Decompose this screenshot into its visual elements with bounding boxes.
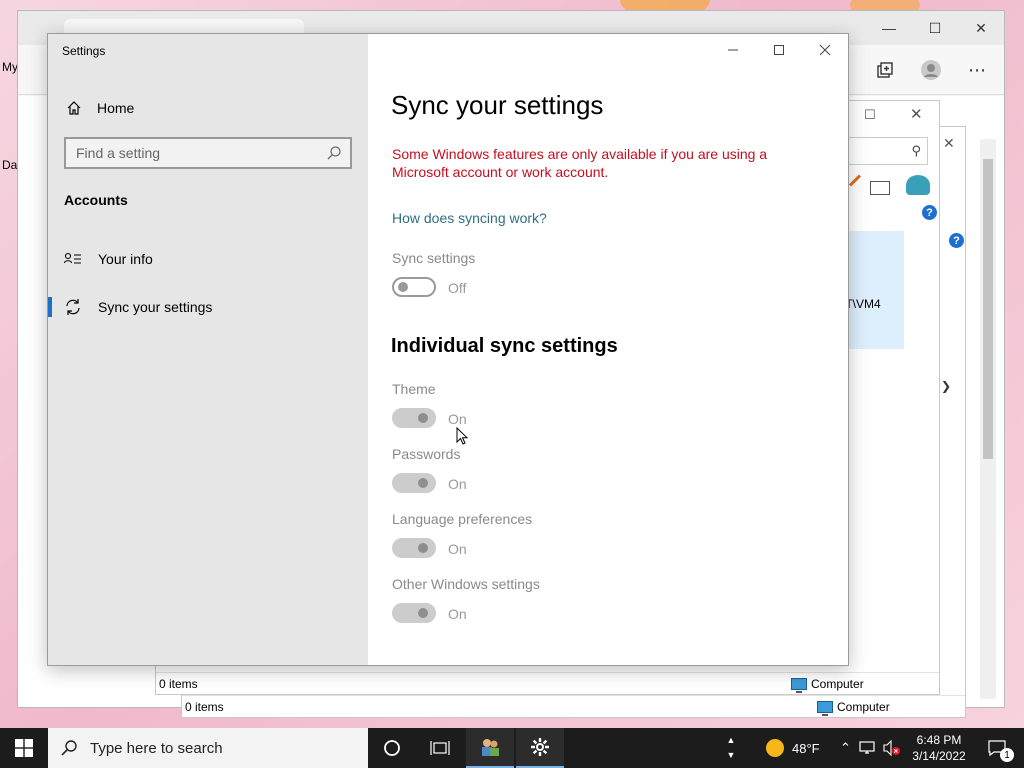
desktop-icon-label[interactable]: My xyxy=(2,60,18,74)
home-label: Home xyxy=(97,100,135,116)
taskbar-scroll[interactable]: ▲ ▼ xyxy=(724,728,738,768)
other-windows-settings-state: On xyxy=(448,606,467,622)
weather-widget[interactable]: 48°F xyxy=(766,728,820,768)
sun-icon xyxy=(766,739,784,757)
passwords-toggle[interactable] xyxy=(392,473,436,493)
task-view-icon xyxy=(430,741,450,755)
window-title: Settings xyxy=(62,44,106,58)
cortana-icon xyxy=(384,740,400,756)
start-button[interactable] xyxy=(0,728,48,768)
location-indicator: Computer xyxy=(791,677,864,693)
close-icon[interactable]: ✕ xyxy=(910,105,923,123)
cortana-button[interactable] xyxy=(368,728,416,768)
network-icon[interactable] xyxy=(859,741,875,755)
search-icon: ⚲ xyxy=(911,143,921,158)
taskbar: Type here to search ▲ ▼ 48°F ⌃ 6:48 PM 3… xyxy=(0,728,1024,768)
clock-date: 3/14/2022 xyxy=(912,749,966,763)
account-warning: Some Windows features are only available… xyxy=(392,146,768,180)
computer-icon xyxy=(791,678,807,693)
task-view-button[interactable] xyxy=(416,728,464,768)
status-bar: 0 items Computer xyxy=(156,672,939,694)
person-card-icon xyxy=(64,250,82,268)
maximize-icon[interactable]: ☐ xyxy=(864,107,876,123)
location-label: Computer xyxy=(837,700,890,714)
nav-section-title: Accounts xyxy=(64,192,128,208)
nav-home[interactable]: Home xyxy=(65,96,134,120)
help-icon[interactable]: ? xyxy=(922,205,937,220)
language-preferences-toggle[interactable] xyxy=(392,538,436,558)
mouse-cursor-icon xyxy=(456,427,468,445)
more-options-icon[interactable]: ⋯ xyxy=(966,59,988,81)
mail-icon[interactable] xyxy=(870,181,890,195)
users-app-icon xyxy=(482,739,499,756)
sync-settings-label: Sync settings xyxy=(392,250,476,266)
passwords-state: On xyxy=(448,476,467,492)
chevron-down-icon[interactable]: ▼ xyxy=(727,751,736,760)
app-icon[interactable] xyxy=(906,175,930,195)
location-indicator: Computer xyxy=(817,700,890,716)
sync-icon xyxy=(64,298,82,316)
collections-icon[interactable] xyxy=(874,59,896,81)
taskbar-app-users[interactable] xyxy=(466,728,514,768)
settings-content: Sync your settings Some Windows features… xyxy=(368,34,848,665)
close-icon[interactable]: ✕ xyxy=(958,15,1004,41)
chevron-up-icon[interactable]: ▲ xyxy=(727,736,736,745)
close-icon[interactable]: ✕ xyxy=(943,135,959,151)
chevron-right-icon[interactable]: ❯ xyxy=(941,379,951,393)
help-icon[interactable]: ? xyxy=(949,233,964,248)
system-tray: ⌃ xyxy=(840,728,901,768)
other-windows-settings-toggle[interactable] xyxy=(392,603,436,623)
sync-settings-state: Off xyxy=(448,280,467,296)
computer-icon xyxy=(817,701,833,716)
profile-avatar-icon[interactable] xyxy=(920,59,942,81)
search-icon xyxy=(61,740,77,756)
sync-settings-toggle[interactable] xyxy=(392,277,436,297)
maximize-icon[interactable]: ☐ xyxy=(912,15,958,41)
theme-toggle[interactable] xyxy=(392,408,436,428)
browser-scrollbar[interactable] xyxy=(980,139,996,699)
weather-temp: 48°F xyxy=(792,740,820,756)
edit-icon[interactable] xyxy=(848,174,862,187)
item-count: 0 items xyxy=(185,700,224,714)
clock-time: 6:48 PM xyxy=(916,733,962,747)
language-preferences-state: On xyxy=(448,541,467,557)
nav-item-label: Sync your settings xyxy=(98,299,213,315)
minimize-icon[interactable]: — xyxy=(866,15,912,41)
windows-logo-icon xyxy=(15,739,33,757)
other-windows-settings-label: Other Windows settings xyxy=(392,576,540,592)
chevron-up-icon[interactable]: ⌃ xyxy=(840,740,851,756)
theme-state: On xyxy=(448,411,467,427)
item-count: 0 items xyxy=(159,677,198,691)
nav-item-label: Your info xyxy=(98,251,153,267)
volume-muted-icon[interactable] xyxy=(883,740,901,756)
notification-badge: 1 xyxy=(1000,748,1014,762)
taskbar-app-settings[interactable] xyxy=(516,728,564,768)
passwords-label: Passwords xyxy=(392,446,461,462)
language-preferences-label: Language preferences xyxy=(392,511,533,527)
settings-nav-pane: Settings Home Accounts Your info Sync y xyxy=(48,34,368,665)
settings-window: Settings Home Accounts Your info Sync y xyxy=(47,33,849,666)
taskbar-search-box[interactable]: Type here to search xyxy=(48,728,368,768)
nav-item-sync-your-settings[interactable]: Sync your settings xyxy=(48,289,368,325)
search-field[interactable]: ⚲ xyxy=(848,137,928,165)
search-icon[interactable] xyxy=(326,145,342,161)
page-title: Sync your settings xyxy=(391,90,604,120)
desktop-icon-label[interactable]: Da xyxy=(2,158,17,172)
status-bar: 0 items Computer xyxy=(182,695,965,717)
gear-icon xyxy=(531,738,549,756)
home-icon xyxy=(65,99,83,117)
how-syncing-works-link[interactable]: How does syncing work? xyxy=(392,210,547,226)
taskbar-search-placeholder: Type here to search xyxy=(90,739,223,757)
nav-item-your-info[interactable]: Your info xyxy=(48,241,368,277)
location-label: Computer xyxy=(811,677,864,691)
clock[interactable]: 6:48 PM 3/14/2022 xyxy=(906,732,972,764)
find-setting-input[interactable] xyxy=(76,145,316,161)
theme-label: Theme xyxy=(392,381,436,397)
action-center-button[interactable]: 1 xyxy=(982,728,1014,768)
individual-sync-heading: Individual sync settings xyxy=(391,335,618,357)
find-setting-search[interactable] xyxy=(64,137,352,169)
